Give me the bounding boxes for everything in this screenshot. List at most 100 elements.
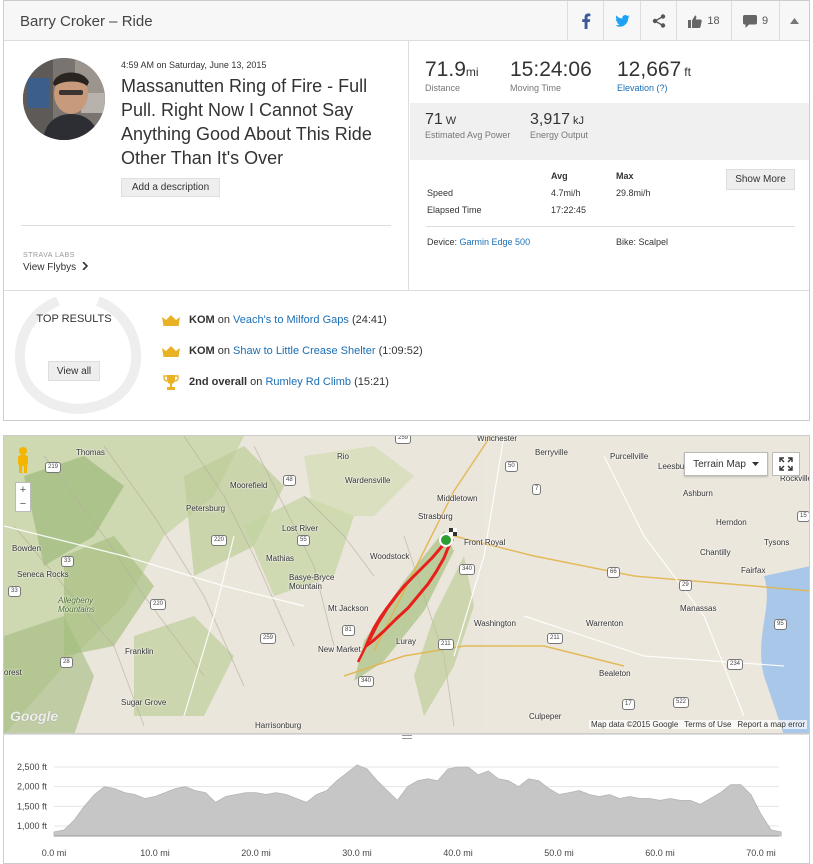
bike-label: Bike:: [616, 237, 637, 247]
map-place-label: Ashburn: [683, 489, 713, 498]
zoom-out-button[interactable]: −: [16, 497, 30, 511]
bike-value: Scalpel: [638, 237, 669, 247]
distance-value: 71.9: [425, 58, 466, 81]
caret-down-icon: [751, 462, 759, 466]
achievement-time: (15:21): [354, 376, 389, 388]
x-tick-label: 20.0 mi: [241, 848, 271, 858]
route-shield: 81: [342, 625, 355, 636]
route-shield: 259: [395, 436, 412, 444]
route-shield: 66: [607, 567, 620, 578]
distance-label: Distance: [425, 83, 461, 93]
elevation-profile[interactable]: 2,500 ft 2,000 ft 1,500 ft 1,000 ft 0.0 mi 1…: [3, 734, 810, 864]
map-place-label: orest: [4, 668, 22, 677]
activity-title: Massanutten Ring of Fire - Full Pull. Ri…: [121, 76, 372, 168]
map-type-dropdown[interactable]: Terrain Map: [684, 452, 768, 476]
achievement-item: 2nd overall on Rumley Rd Climb (15:21): [161, 374, 389, 390]
map-place-label: Warrenton: [586, 619, 624, 628]
facebook-share-button[interactable]: [567, 1, 603, 41]
route-shield: 234: [727, 659, 744, 670]
elevation-area-series: [53, 764, 782, 837]
route-shield: 28: [60, 657, 73, 668]
map-place-label: Culpeper: [529, 712, 562, 721]
achievement-time: (1:09:52): [378, 345, 423, 357]
power-unit: W: [445, 115, 457, 127]
speed-label: Speed: [427, 188, 454, 198]
segment-link[interactable]: Shaw to Little Crease Shelter: [233, 345, 375, 357]
map-place-label: Chantilly: [700, 548, 731, 557]
terms-link[interactable]: Terms of Use: [684, 720, 731, 729]
elevation-help-link[interactable]: Elevation (?): [617, 83, 691, 93]
y-tick-label: 2,000 ft: [17, 782, 48, 792]
x-tick-label: 30.0 mi: [342, 848, 372, 858]
add-description-button[interactable]: Add a description: [121, 178, 220, 197]
chevron-right-icon: [82, 261, 89, 271]
segment-link[interactable]: Rumley Rd Climb: [265, 376, 351, 388]
share-button[interactable]: [640, 1, 676, 41]
street-view-pegman-icon[interactable]: [14, 446, 32, 474]
col-avg-header: Avg: [551, 171, 568, 181]
route-shield: 95: [774, 619, 787, 630]
show-more-button[interactable]: Show More: [726, 169, 795, 190]
moving-time-value: 15:24:06: [510, 58, 592, 81]
map-place-label: Franklin: [125, 647, 154, 656]
achievement-item: KOM on Veach's to Milford Gaps (24:41): [161, 313, 387, 327]
map-place-label: Basye-Bryce Mountain: [289, 573, 335, 591]
y-tick-label: 2,500 ft: [17, 762, 48, 772]
view-flybys-label: View Flybys: [23, 262, 77, 273]
zoom-in-button[interactable]: +: [16, 483, 30, 497]
power-value: 71: [425, 111, 443, 128]
view-all-button[interactable]: View all: [48, 361, 100, 381]
x-tick-label: 10.0 mi: [140, 848, 170, 858]
twitter-share-button[interactable]: [603, 1, 640, 41]
moving-time-label: Moving Time: [510, 83, 562, 93]
map-place-label: Rio: [337, 452, 350, 461]
route-map[interactable]: Thomas Winchester Berryville Purcellvill…: [3, 435, 810, 734]
resize-handle-icon[interactable]: [402, 735, 412, 739]
map-place-label: Front Royal: [464, 538, 506, 547]
view-flybys-link[interactable]: View Flybys: [23, 261, 89, 273]
route-shield: 211: [547, 633, 563, 644]
route-shield: 48: [283, 475, 296, 486]
col-max-header: Max: [616, 171, 634, 181]
kudos-button[interactable]: 18: [676, 1, 731, 41]
map-place-label: Woodstock: [370, 552, 410, 561]
collapse-button[interactable]: [779, 1, 809, 41]
route-shield: 219: [45, 462, 62, 473]
energy-unit: kJ: [573, 115, 585, 127]
route-shield: 211: [438, 639, 454, 650]
divider: [21, 225, 391, 226]
elevation-unit: ft: [684, 65, 691, 79]
achievement-joiner: on: [217, 345, 230, 357]
route-shield: 33: [8, 586, 21, 597]
x-tick-label: 60.0 mi: [645, 848, 675, 858]
fullscreen-button[interactable]: [772, 452, 800, 476]
divider: [426, 226, 795, 227]
route-shield: 340: [459, 564, 476, 575]
comments-button[interactable]: 9: [731, 1, 779, 41]
map-data-credit: Map data ©2015 Google: [590, 720, 679, 729]
device-link[interactable]: Garmin Edge 500: [460, 237, 531, 247]
activity-timestamp: 4:59 AM on Saturday, June 13, 2015: [121, 60, 267, 70]
map-place-label: Luray: [396, 637, 417, 646]
stat-distance: 71.9mi Distance: [425, 58, 479, 93]
route-shield: 29: [679, 580, 692, 591]
avatar[interactable]: [23, 58, 105, 140]
route-shield: 50: [505, 461, 518, 472]
map-place-label: Lost River: [282, 524, 319, 533]
device-label: Device:: [427, 237, 458, 247]
achievement-joiner: on: [250, 376, 263, 388]
bike-info: Bike: Scalpel: [616, 237, 668, 247]
map-place-label: New Market: [318, 645, 361, 654]
route-shield: 259: [260, 633, 277, 644]
map-place-label: Seneca Rocks: [17, 570, 69, 579]
map-place-label: Strasburg: [418, 512, 453, 521]
map-place-label: Fairfax: [741, 566, 766, 575]
map-place-label: Harrisonburg: [255, 721, 302, 730]
achievement-joiner: on: [217, 314, 230, 326]
map-attribution: Map data ©2015 Google Terms of Use Repor…: [588, 720, 807, 729]
elapsed-time-value: 17:22:45: [551, 205, 587, 215]
twitter-icon: [614, 15, 630, 27]
report-error-link[interactable]: Report a map error: [737, 720, 805, 729]
segment-link[interactable]: Veach's to Milford Gaps: [233, 314, 349, 326]
map-place-label: Washington: [474, 619, 516, 628]
